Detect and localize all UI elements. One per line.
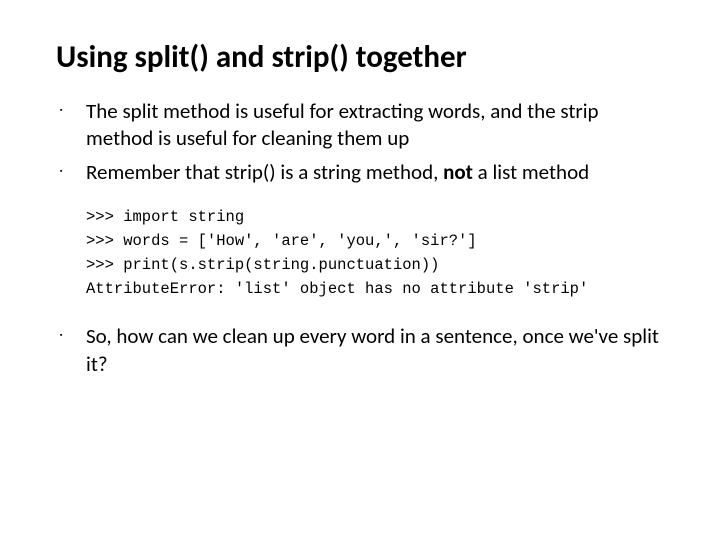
bullet-text: So, how can we clean up every word in a … [86,323,659,377]
code-block: >>> import string >>> words = ['How', 'a… [86,205,664,301]
slide-content: Using split() and strip() together The s… [0,0,720,424]
bullet-list: The split method is useful for extractin… [56,98,664,187]
slide-title: Using split() and strip() together [56,40,664,76]
code-line: >>> print(s.strip(string.punctuation)) [86,256,439,274]
bullet-text-part: Remember that strip() is a string method… [86,159,443,185]
bullet-item: The split method is useful for extractin… [56,98,664,153]
bullet-item: So, how can we clean up every word in a … [56,323,664,378]
bullet-item: Remember that strip() is a string method… [56,159,664,187]
code-line: >>> import string [86,208,244,226]
bullet-text: The split method is useful for extractin… [86,98,599,152]
code-line: AttributeError: 'list' object has no att… [86,280,588,298]
code-line: >>> words = ['How', 'are', 'you,', 'sir?… [86,232,477,250]
bullet-text-part: a list method [473,159,589,185]
bullet-list: So, how can we clean up every word in a … [56,323,664,378]
bullet-bold-word: not [443,159,473,185]
